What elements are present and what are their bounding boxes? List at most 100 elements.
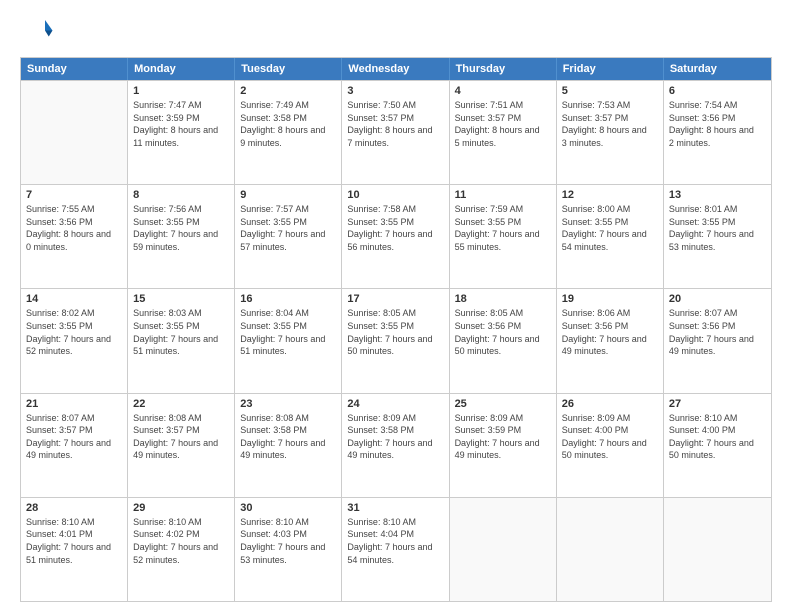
calendar-cell-3-3: 16Sunrise: 8:04 AMSunset: 3:55 PMDayligh… <box>235 289 342 392</box>
day-number: 27 <box>669 398 766 410</box>
day-info: Sunrise: 8:10 AMSunset: 4:04 PMDaylight:… <box>347 516 443 566</box>
calendar-row-1: 1 Sunrise: 7:47 AMSunset: 3:59 PMDaylight… <box>21 80 771 184</box>
day-info: Sunrise: 7:53 AMSunset: 3:57 PMDaylight:… <box>562 99 658 149</box>
calendar-cell-3-2: 15 Sunrise: 8:03 AMSunset: 3:55 PMDayligh… <box>128 289 235 392</box>
day-number: 17 <box>347 293 443 305</box>
day-info: Sunrise: 8:10 AMSunset: 4:03 PMDaylight:… <box>240 516 336 566</box>
day-number: 29 <box>133 502 229 514</box>
calendar-cell-3-1: 14Sunrise: 8:02 AMSunset: 3:55 PMDayligh… <box>21 289 128 392</box>
calendar-cell-4-7: 27Sunrise: 8:10 AMSunset: 4:00 PMDayligh… <box>664 394 771 497</box>
calendar-row-4: 21 Sunrise: 8:07 AMSunset: 3:57 PMDayligh… <box>21 393 771 497</box>
calendar-body: 1 Sunrise: 7:47 AMSunset: 3:59 PMDaylight… <box>21 80 771 601</box>
day-info: Sunrise: 7:58 AMSunset: 3:55 PMDaylight:… <box>347 203 443 253</box>
weekday-header-friday: Friday <box>557 58 664 80</box>
calendar-cell-2-5: 11 Sunrise: 7:59 AMSunset: 3:55 PMDayligh… <box>450 185 557 288</box>
calendar-cell-5-5 <box>450 498 557 601</box>
day-info: Sunrise: 7:55 AMSunset: 3:56 PMDaylight:… <box>26 203 122 253</box>
day-number: 5 <box>562 85 658 97</box>
calendar-cell-1-2: 1 Sunrise: 7:47 AMSunset: 3:59 PMDaylight… <box>128 81 235 184</box>
day-number: 23 <box>240 398 336 410</box>
calendar-cell-4-1: 21 Sunrise: 8:07 AMSunset: 3:57 PMDayligh… <box>21 394 128 497</box>
calendar-cell-5-6 <box>557 498 664 601</box>
day-info: Sunrise: 8:06 AMSunset: 3:56 PMDaylight:… <box>562 307 658 357</box>
calendar-cell-2-6: 12 Sunrise: 8:00 AMSunset: 3:55 PMDayligh… <box>557 185 664 288</box>
weekday-header-wednesday: Wednesday <box>342 58 449 80</box>
calendar-cell-1-5: 4 Sunrise: 7:51 AMSunset: 3:57 PMDaylight… <box>450 81 557 184</box>
day-number: 20 <box>669 293 766 305</box>
day-number: 4 <box>455 85 551 97</box>
day-info: Sunrise: 8:09 AMSunset: 4:00 PMDaylight:… <box>562 412 658 462</box>
day-info: Sunrise: 8:09 AMSunset: 3:59 PMDaylight:… <box>455 412 551 462</box>
day-number: 19 <box>562 293 658 305</box>
day-info: Sunrise: 8:07 AMSunset: 3:57 PMDaylight:… <box>26 412 122 462</box>
calendar-cell-5-4: 31 Sunrise: 8:10 AMSunset: 4:04 PMDayligh… <box>342 498 449 601</box>
day-number: 21 <box>26 398 122 410</box>
day-number: 2 <box>240 85 336 97</box>
day-number: 3 <box>347 85 443 97</box>
calendar-cell-1-7: 6 Sunrise: 7:54 AMSunset: 3:56 PMDaylight… <box>664 81 771 184</box>
calendar-cell-1-1 <box>21 81 128 184</box>
calendar-cell-3-5: 18 Sunrise: 8:05 AMSunset: 3:56 PMDayligh… <box>450 289 557 392</box>
calendar-row-2: 7 Sunrise: 7:55 AMSunset: 3:56 PMDaylight… <box>21 184 771 288</box>
day-number: 7 <box>26 189 122 201</box>
day-number: 11 <box>455 189 551 201</box>
weekday-header-thursday: Thursday <box>450 58 557 80</box>
weekday-header-monday: Monday <box>128 58 235 80</box>
day-info: Sunrise: 8:01 AMSunset: 3:55 PMDaylight:… <box>669 203 766 253</box>
calendar-cell-5-1: 28 Sunrise: 8:10 AMSunset: 4:01 PMDayligh… <box>21 498 128 601</box>
header <box>20 18 772 49</box>
day-number: 26 <box>562 398 658 410</box>
day-number: 9 <box>240 189 336 201</box>
day-info: Sunrise: 7:51 AMSunset: 3:57 PMDaylight:… <box>455 99 551 149</box>
calendar-cell-3-6: 19 Sunrise: 8:06 AMSunset: 3:56 PMDayligh… <box>557 289 664 392</box>
day-number: 8 <box>133 189 229 201</box>
day-info: Sunrise: 7:54 AMSunset: 3:56 PMDaylight:… <box>669 99 766 149</box>
calendar-cell-1-6: 5 Sunrise: 7:53 AMSunset: 3:57 PMDaylight… <box>557 81 664 184</box>
calendar-row-3: 14Sunrise: 8:02 AMSunset: 3:55 PMDayligh… <box>21 288 771 392</box>
logo <box>20 18 54 49</box>
day-number: 15 <box>133 293 229 305</box>
day-info: Sunrise: 8:00 AMSunset: 3:55 PMDaylight:… <box>562 203 658 253</box>
weekday-header-tuesday: Tuesday <box>235 58 342 80</box>
day-info: Sunrise: 8:10 AMSunset: 4:01 PMDaylight:… <box>26 516 122 566</box>
day-number: 31 <box>347 502 443 514</box>
day-info: Sunrise: 7:50 AMSunset: 3:57 PMDaylight:… <box>347 99 443 149</box>
day-info: Sunrise: 7:57 AMSunset: 3:55 PMDaylight:… <box>240 203 336 253</box>
calendar-cell-4-2: 22 Sunrise: 8:08 AMSunset: 3:57 PMDayligh… <box>128 394 235 497</box>
calendar-cell-4-4: 24Sunrise: 8:09 AMSunset: 3:58 PMDayligh… <box>342 394 449 497</box>
calendar-cell-2-2: 8Sunrise: 7:56 AMSunset: 3:55 PMDaylight… <box>128 185 235 288</box>
calendar-cell-5-2: 29 Sunrise: 8:10 AMSunset: 4:02 PMDayligh… <box>128 498 235 601</box>
day-number: 12 <box>562 189 658 201</box>
calendar: SundayMondayTuesdayWednesdayThursdayFrid… <box>20 57 772 602</box>
day-info: Sunrise: 7:59 AMSunset: 3:55 PMDaylight:… <box>455 203 551 253</box>
calendar-cell-1-3: 2 Sunrise: 7:49 AMSunset: 3:58 PMDaylight… <box>235 81 342 184</box>
day-info: Sunrise: 7:49 AMSunset: 3:58 PMDaylight:… <box>240 99 336 149</box>
weekday-header-saturday: Saturday <box>664 58 771 80</box>
day-number: 30 <box>240 502 336 514</box>
day-number: 18 <box>455 293 551 305</box>
calendar-cell-2-1: 7 Sunrise: 7:55 AMSunset: 3:56 PMDaylight… <box>21 185 128 288</box>
day-number: 1 <box>133 85 229 97</box>
calendar-cell-1-4: 3 Sunrise: 7:50 AMSunset: 3:57 PMDaylight… <box>342 81 449 184</box>
day-info: Sunrise: 8:10 AMSunset: 4:02 PMDaylight:… <box>133 516 229 566</box>
calendar-cell-5-3: 30 Sunrise: 8:10 AMSunset: 4:03 PMDayligh… <box>235 498 342 601</box>
calendar-cell-4-6: 26 Sunrise: 8:09 AMSunset: 4:00 PMDayligh… <box>557 394 664 497</box>
calendar-cell-2-4: 10 Sunrise: 7:58 AMSunset: 3:55 PMDayligh… <box>342 185 449 288</box>
logo-icon <box>24 14 54 44</box>
calendar-cell-4-3: 23Sunrise: 8:08 AMSunset: 3:58 PMDayligh… <box>235 394 342 497</box>
day-info: Sunrise: 7:47 AMSunset: 3:59 PMDaylight:… <box>133 99 229 149</box>
day-number: 14 <box>26 293 122 305</box>
day-number: 28 <box>26 502 122 514</box>
calendar-cell-2-3: 9 Sunrise: 7:57 AMSunset: 3:55 PMDaylight… <box>235 185 342 288</box>
day-info: Sunrise: 8:05 AMSunset: 3:56 PMDaylight:… <box>455 307 551 357</box>
weekday-header-sunday: Sunday <box>21 58 128 80</box>
calendar-cell-4-5: 25 Sunrise: 8:09 AMSunset: 3:59 PMDayligh… <box>450 394 557 497</box>
calendar-row-5: 28 Sunrise: 8:10 AMSunset: 4:01 PMDayligh… <box>21 497 771 601</box>
day-number: 25 <box>455 398 551 410</box>
day-number: 10 <box>347 189 443 201</box>
calendar-cell-3-7: 20Sunrise: 8:07 AMSunset: 3:56 PMDayligh… <box>664 289 771 392</box>
day-number: 6 <box>669 85 766 97</box>
day-info: Sunrise: 8:03 AMSunset: 3:55 PMDaylight:… <box>133 307 229 357</box>
day-number: 22 <box>133 398 229 410</box>
day-info: Sunrise: 8:08 AMSunset: 3:57 PMDaylight:… <box>133 412 229 462</box>
